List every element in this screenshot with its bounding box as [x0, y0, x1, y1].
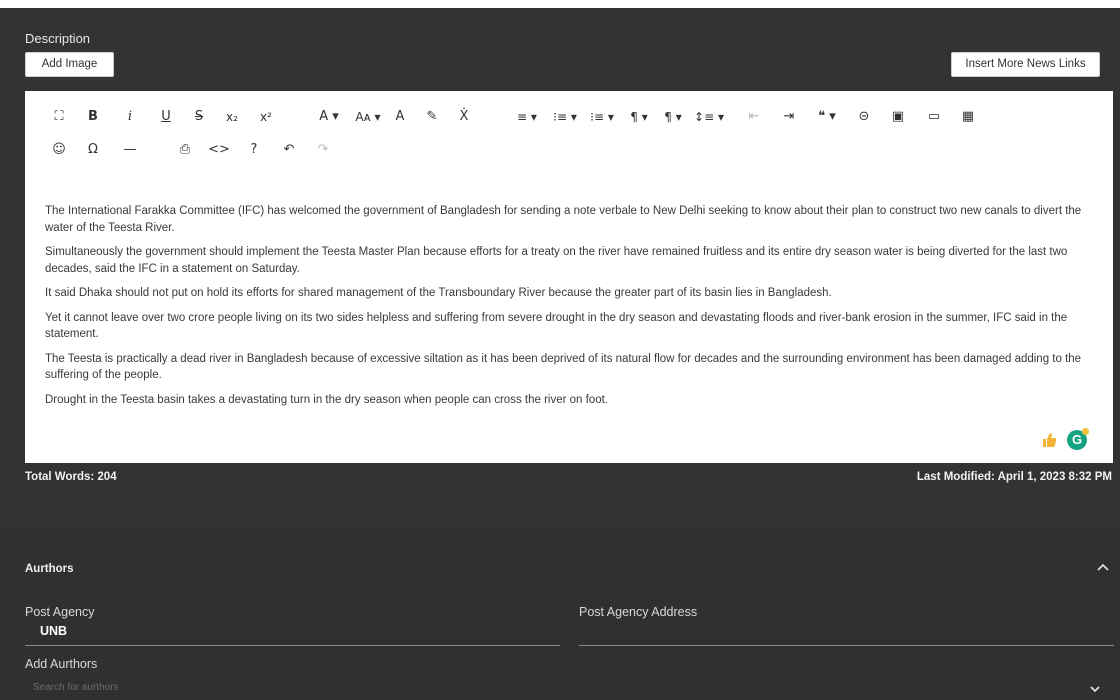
strikethrough-icon[interactable]: S: [187, 106, 211, 128]
grammarly-letter: G: [1071, 432, 1083, 447]
authors-heading[interactable]: Aurthors: [25, 563, 74, 575]
post-agency-address-label: Post Agency Address: [579, 605, 698, 619]
bold-icon[interactable]: B: [81, 106, 105, 128]
highlight-icon[interactable]: ✎: [420, 106, 444, 128]
paragraph: Simultaneously the government should imp…: [45, 246, 1068, 275]
font-size-icon[interactable]: Aᴀ ▾: [348, 106, 388, 128]
code-view-icon[interactable]: <>: [207, 139, 231, 161]
subscript-icon[interactable]: x₂: [220, 106, 244, 128]
paragraph: Yet it cannot leave over two crore peopl…: [45, 311, 1068, 341]
special-characters-icon[interactable]: Ω: [81, 139, 105, 161]
post-agency-underline: [25, 645, 560, 646]
grammarly-icon[interactable]: G: [1067, 428, 1089, 450]
authors-panel: Aurthors Post Agency UNB Post Agency Add…: [0, 545, 1120, 700]
align-icon[interactable]: ≡ ▾: [507, 106, 547, 128]
chevron-up-icon[interactable]: [1096, 559, 1110, 575]
horizontal-line-icon[interactable]: —: [118, 139, 142, 161]
add-authors-label: Add Aurthors: [25, 657, 98, 671]
indent-icon[interactable]: ⇥: [777, 106, 801, 128]
ordered-list-icon[interactable]: ⁝≡ ▾: [545, 106, 585, 128]
background-color-icon[interactable]: A: [388, 106, 412, 128]
paragraph: It said Dhaka should not put on hold its…: [45, 287, 832, 299]
last-modified: Last Modified: April 1, 2023 8:32 PM: [916, 471, 1112, 483]
description-label: Description: [25, 31, 91, 46]
insert-table-icon[interactable]: ▦: [956, 106, 980, 128]
text-color-icon[interactable]: A ▾: [309, 106, 349, 128]
underline-icon[interactable]: U: [154, 106, 178, 128]
clear-formatting-icon[interactable]: Ẋ: [452, 106, 476, 128]
fullscreen-icon[interactable]: ⛶: [47, 106, 71, 128]
redo-icon[interactable]: ↷: [311, 139, 335, 161]
quote-icon[interactable]: ❝ ▾: [807, 106, 847, 128]
insert-link-icon[interactable]: ⊝: [852, 106, 876, 128]
paragraph: The International Farakka Committee (IFC…: [45, 205, 1082, 234]
superscript-icon[interactable]: x²: [254, 106, 278, 128]
add-image-button[interactable]: Add Image: [25, 52, 114, 77]
rich-text-editor[interactable]: ⛶ B i U S x₂ x² A ▾ Aᴀ ▾ A ✎ Ẋ ≡ ▾ ⁝≡ ▾ …: [25, 91, 1113, 463]
italic-icon[interactable]: i: [118, 106, 142, 128]
chevron-down-icon[interactable]: [1089, 682, 1101, 696]
outdent-icon[interactable]: ⇤: [742, 106, 766, 128]
insert-image-icon[interactable]: ▣: [886, 106, 910, 128]
post-agency-input[interactable]: UNB: [40, 624, 67, 638]
paragraph: The Teesta is practically a dead river i…: [45, 352, 1082, 382]
unordered-list-icon[interactable]: ⁝≡ ▾: [582, 106, 622, 128]
line-height-icon[interactable]: ↕≡ ▾: [689, 106, 729, 128]
emoticons-icon[interactable]: ☺: [47, 139, 71, 161]
notification-dot: [1082, 428, 1089, 435]
total-words: Total Words: 204: [25, 471, 117, 483]
print-icon[interactable]: ⎙: [173, 139, 197, 161]
undo-icon[interactable]: ↶: [277, 139, 301, 161]
paragraph: Drought in the Teesta basin takes a deva…: [45, 393, 608, 406]
description-panel: Description Add Image Insert More News L…: [0, 8, 1120, 528]
editor-toolbar: ⛶ B i U S x₂ x² A ▾ Aᴀ ▾ A ✎ Ẋ ≡ ▾ ⁝≡ ▾ …: [25, 91, 1113, 165]
post-agency-address-input[interactable]: [579, 645, 1114, 646]
help-icon[interactable]: ?: [242, 139, 266, 161]
thumbs-up-icon[interactable]: [1041, 432, 1057, 448]
insert-more-news-links-button[interactable]: Insert More News Links: [951, 52, 1100, 77]
editor-content[interactable]: The International Farakka Committee (IFC…: [45, 203, 1100, 416]
search-authors-input[interactable]: Search for aurthors: [33, 682, 119, 693]
top-strip: [0, 0, 1120, 8]
paragraph-style-icon[interactable]: ¶ ▾: [653, 106, 693, 128]
post-agency-label: Post Agency: [25, 605, 95, 619]
insert-video-icon[interactable]: ▭: [922, 106, 946, 128]
